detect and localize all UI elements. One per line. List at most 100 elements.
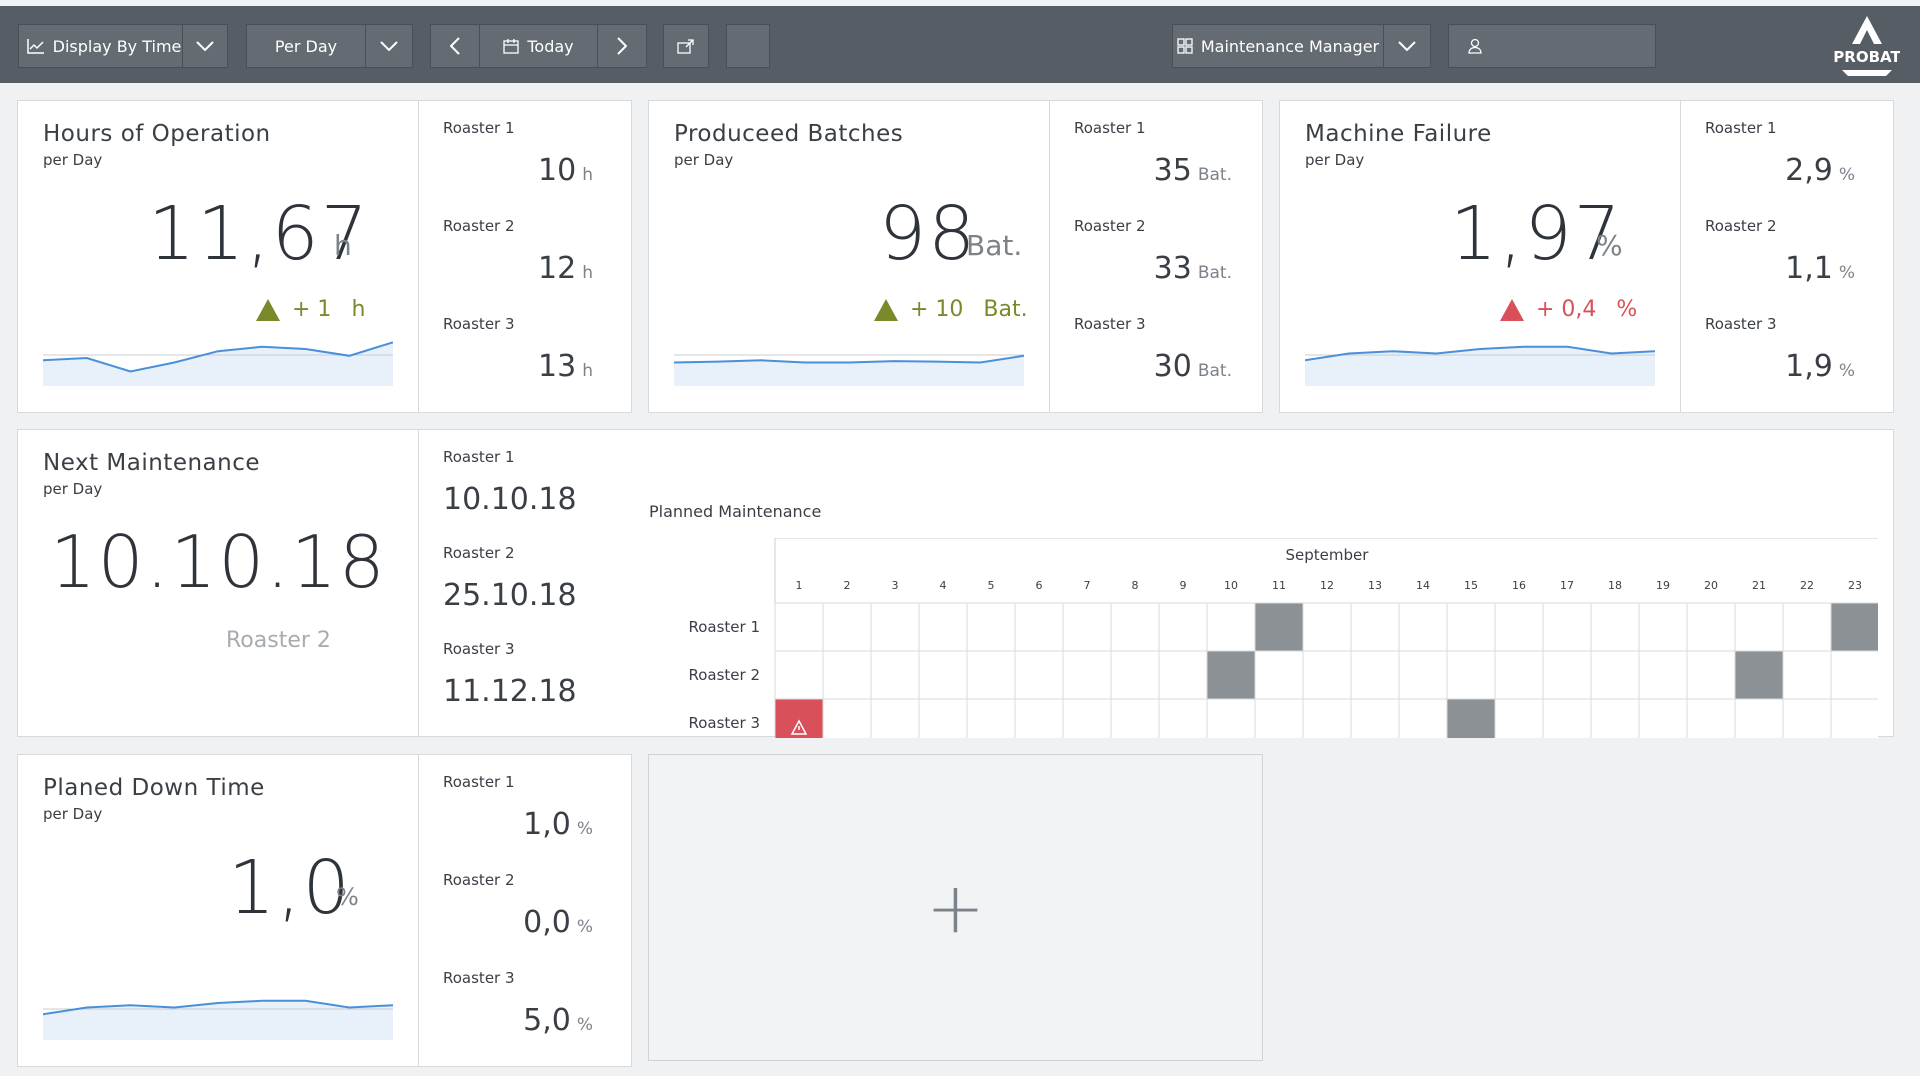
calendar-cell[interactable]: [1158, 602, 1208, 652]
roaster-3-value: 5,0%: [523, 1003, 593, 1038]
calendar-cell[interactable]: [1302, 602, 1352, 652]
calendar-cell[interactable]: [1158, 650, 1208, 700]
calendar-cell[interactable]: [1830, 650, 1878, 700]
calendar-cell[interactable]: [870, 602, 920, 652]
calendar-cell-scheduled[interactable]: [1830, 602, 1878, 652]
calendar-cell[interactable]: [1734, 602, 1784, 652]
export-button[interactable]: [663, 24, 709, 68]
calendar-cell[interactable]: [1398, 650, 1448, 700]
roaster-2-value: 12 h: [538, 251, 593, 286]
machine-failure-card[interactable]: Machine Failure per Day 1,97 % + 0,4 % R…: [1279, 100, 1894, 413]
calendar-cell[interactable]: [1350, 650, 1400, 700]
calendar-cell[interactable]: [1638, 650, 1688, 700]
role-dropdown[interactable]: [1383, 24, 1431, 68]
calendar-cell[interactable]: [1302, 650, 1352, 700]
role-button[interactable]: Maintenance Manager: [1172, 24, 1384, 68]
calendar-row-label: Roaster 3: [688, 714, 760, 732]
calendar-cell[interactable]: [870, 650, 920, 700]
calendar-cell[interactable]: [1158, 698, 1208, 738]
calendar-cell[interactable]: [774, 650, 824, 700]
hours-of-operation-card[interactable]: Hours of Operation per Day 11,67 h + 1 h…: [17, 100, 632, 413]
add-widget-button[interactable]: +: [648, 754, 1263, 1061]
calendar-cell[interactable]: [966, 650, 1016, 700]
trend-up-icon: [1500, 298, 1524, 321]
calendar-cell[interactable]: [1734, 698, 1784, 738]
calendar-cell[interactable]: [1254, 698, 1304, 738]
period-button[interactable]: Per Day: [246, 24, 366, 68]
calendar-cell[interactable]: [822, 650, 872, 700]
calendar-cell[interactable]: [1110, 650, 1160, 700]
next-date-button[interactable]: [597, 24, 647, 68]
calendar-cell[interactable]: [1350, 602, 1400, 652]
roaster-1-value: 2,9%: [1785, 153, 1855, 188]
divider: [1049, 101, 1050, 412]
calendar-cell[interactable]: [1686, 698, 1736, 738]
blank-toolbar-button[interactable]: [726, 24, 770, 68]
date-picker-button[interactable]: Today: [479, 24, 598, 68]
divider: [418, 101, 419, 412]
user-button[interactable]: [1448, 24, 1656, 68]
roaster-2-label: Roaster 2: [443, 544, 515, 562]
calendar-cell[interactable]: [1062, 602, 1112, 652]
calendar-cell[interactable]: [822, 602, 872, 652]
calendar-cell-scheduled[interactable]: [1446, 698, 1496, 738]
calendar-cell[interactable]: [822, 698, 872, 738]
calendar-cell[interactable]: [1206, 698, 1256, 738]
calendar-cell[interactable]: [1494, 698, 1544, 738]
calendar-cell[interactable]: [1014, 602, 1064, 652]
calendar-cell[interactable]: [1590, 698, 1640, 738]
next-maintenance-card[interactable]: Next Maintenance per Day 10.10.18 Roaste…: [17, 429, 1894, 738]
display-mode-dropdown[interactable]: [182, 24, 228, 68]
calendar-cell[interactable]: [1398, 602, 1448, 652]
calendar-cell[interactable]: [1638, 698, 1688, 738]
calendar-cell[interactable]: [1590, 650, 1640, 700]
calendar-cell[interactable]: [1782, 698, 1832, 738]
planned-down-time-card[interactable]: Planed Down Time per Day 1,0 % Roaster 1…: [17, 754, 632, 1067]
calendar-cell[interactable]: [1062, 698, 1112, 738]
calendar-cell[interactable]: [1590, 602, 1640, 652]
calendar-cell[interactable]: [1254, 650, 1304, 700]
calendar-cell-scheduled[interactable]: [1254, 602, 1304, 652]
calendar-cell[interactable]: [1782, 650, 1832, 700]
calendar-cell[interactable]: [1206, 602, 1256, 652]
calendar-cell[interactable]: [1542, 602, 1592, 652]
calendar-cell[interactable]: [1014, 650, 1064, 700]
produced-batches-card[interactable]: Produceed Batches per Day 98 Bat. + 10 B…: [648, 100, 1263, 413]
calendar-cell[interactable]: [1014, 698, 1064, 738]
chevron-down-icon: [1398, 41, 1416, 51]
calendar-cell[interactable]: [1638, 602, 1688, 652]
calendar-cell[interactable]: [1782, 602, 1832, 652]
calendar-cell-alert[interactable]: [774, 698, 824, 738]
calendar-cell[interactable]: [1446, 650, 1496, 700]
calendar-cell[interactable]: [1446, 602, 1496, 652]
calendar-cell[interactable]: [1350, 698, 1400, 738]
calendar-cell[interactable]: [1494, 650, 1544, 700]
period-dropdown[interactable]: [365, 24, 413, 68]
previous-date-button[interactable]: [430, 24, 480, 68]
calendar-cell[interactable]: [966, 698, 1016, 738]
calendar-cell[interactable]: [1542, 698, 1592, 738]
calendar-cell-scheduled[interactable]: [1734, 650, 1784, 700]
calendar-cell-scheduled[interactable]: [1206, 650, 1256, 700]
display-mode-button[interactable]: Display By Time: [18, 24, 190, 68]
roaster-2-value: 1,1%: [1785, 251, 1855, 286]
roaster-2-label: Roaster 2: [1705, 217, 1777, 235]
calendar-cell[interactable]: [1686, 602, 1736, 652]
calendar-cell[interactable]: [1686, 650, 1736, 700]
calendar-cell[interactable]: [1494, 602, 1544, 652]
calendar-cell[interactable]: [918, 650, 968, 700]
calendar-cell[interactable]: [774, 602, 824, 652]
calendar-cell[interactable]: [1302, 698, 1352, 738]
calendar-cell[interactable]: [1830, 698, 1878, 738]
calendar-cell[interactable]: [1062, 650, 1112, 700]
card-subtitle: per Day: [674, 151, 734, 169]
calendar-cell[interactable]: [1110, 602, 1160, 652]
calendar-cell[interactable]: [966, 602, 1016, 652]
calendar-cell[interactable]: [918, 698, 968, 738]
calendar-cell[interactable]: [1110, 698, 1160, 738]
calendar-cell[interactable]: [918, 602, 968, 652]
dashboard-icon: [1177, 38, 1193, 54]
calendar-cell[interactable]: [1542, 650, 1592, 700]
calendar-cell[interactable]: [1398, 698, 1448, 738]
calendar-cell[interactable]: [870, 698, 920, 738]
